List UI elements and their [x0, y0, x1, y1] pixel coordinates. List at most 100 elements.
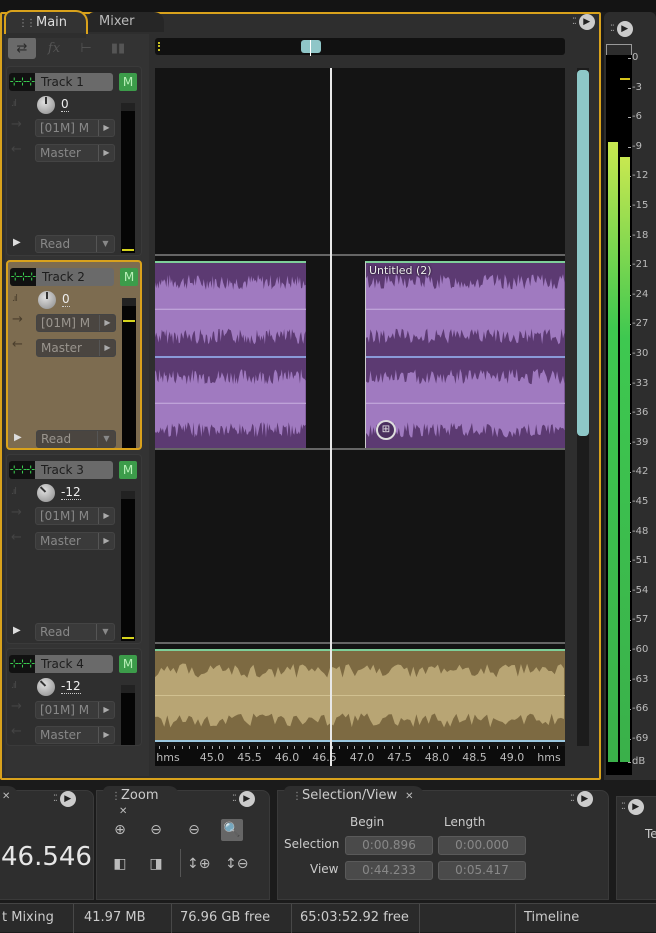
view-length-field[interactable]: 0:05.417	[438, 861, 526, 880]
zoom-in-right-edge-icon[interactable]: ◨	[145, 853, 167, 875]
expand-icon[interactable]: ▶	[13, 625, 21, 636]
panel-menu-icon[interactable]: ▶	[238, 791, 255, 807]
track-header[interactable]: ⊹⊹⊹ Track 2 M .ıl 0 → [01M] M ▶ ← Master ▶ ▶ Read ▼	[6, 260, 142, 450]
input-select[interactable]: [01M] M ▶	[35, 701, 115, 719]
volume-value[interactable]: 0	[62, 292, 70, 307]
track-header[interactable]: ⊹⊹⊹ Track 3 M .ıl -12 → [01M] M ▶ ← Master ▶ ▶ Read ▼	[6, 454, 142, 644]
overview-thumb[interactable]	[301, 40, 321, 56]
input-select[interactable]: [01M] M ▶	[35, 119, 115, 137]
output-select[interactable]: Master ▶	[35, 726, 115, 744]
ruler-tick	[474, 746, 475, 749]
selection-view-panel-menu[interactable]: ⁚⁚ ▶	[570, 791, 593, 807]
audio-clip-track2-left[interactable]	[155, 261, 306, 448]
volume-knob[interactable]	[38, 291, 56, 309]
zoom-panel-menu[interactable]: ⁚⁚ ▶	[232, 791, 255, 807]
main-panel-menu[interactable]: ⁚⁚ ▶	[572, 14, 595, 30]
sends-icon[interactable]: ⊢	[72, 37, 100, 59]
group-clip-icon[interactable]: ⊞	[376, 420, 396, 440]
time-panel-menu[interactable]: ⁚⁚ ▶	[53, 791, 76, 807]
tab-main[interactable]: ⋮⋮ Main	[4, 10, 88, 38]
ruler-tick	[414, 746, 415, 749]
eq-icon[interactable]: ▮▮	[104, 37, 132, 59]
ruler-tick	[549, 746, 550, 749]
vertical-scroll-thumb[interactable]	[577, 70, 589, 436]
panel-menu-icon[interactable]: ▶	[578, 14, 595, 30]
meter-scale-label: -39	[627, 436, 649, 448]
automation-mode-select[interactable]: Read ▼	[35, 235, 115, 253]
ruler-tick	[264, 746, 265, 749]
track-header[interactable]: ⊹⊹⊹Track 4M.ıl-12→[01M] M▶←Master▶▶Read▼	[6, 648, 142, 746]
panel-menu-icon[interactable]: ▶	[616, 21, 633, 37]
input-output-icon[interactable]: ⇄	[8, 37, 36, 59]
close-icon[interactable]: ✕	[2, 791, 10, 802]
zoom-panel-tab[interactable]: ⋮ Zoom ✕	[103, 786, 179, 817]
chevron-right-icon: ▶	[98, 702, 114, 718]
track-name-field[interactable]: Track 3	[35, 461, 113, 479]
zoom-out-vertical-icon[interactable]: ↕⊖	[225, 853, 248, 875]
input-select[interactable]: [01M] M ▶	[35, 507, 115, 525]
volume-icon: .ıl	[11, 487, 17, 497]
chevron-right-icon: ▶	[98, 120, 114, 136]
track-name-field[interactable]: Track 4	[35, 655, 113, 673]
audio-clip-track4[interactable]	[155, 649, 565, 742]
volume-knob[interactable]	[37, 484, 55, 502]
automation-mode-select[interactable]: Read ▼	[35, 623, 115, 641]
mute-button[interactable]: M	[119, 655, 137, 673]
volume-value[interactable]: -12	[61, 679, 81, 694]
expand-icon[interactable]: ▶	[13, 237, 21, 248]
view-begin-field[interactable]: 0:44.233	[345, 861, 433, 880]
status-mode: t Mixing	[0, 904, 74, 933]
panel-menu-icon[interactable]: ▶	[576, 791, 593, 807]
effects-icon[interactable]: fx	[40, 37, 68, 59]
close-icon[interactable]: ✕	[119, 806, 127, 817]
zoom-to-selection-icon[interactable]: 🔍	[221, 819, 243, 841]
begin-header: Begin	[350, 815, 385, 829]
output-select[interactable]: Master ▶	[36, 339, 116, 357]
mute-button[interactable]: M	[119, 461, 137, 479]
waveform-track-icon: ⊹⊹⊹	[9, 461, 35, 479]
zoom-in-amplitude-icon[interactable]: ⊕	[109, 819, 131, 841]
selection-begin-field[interactable]: 0:00.896	[345, 836, 433, 855]
ruler-tick	[219, 746, 220, 749]
zoom-out-full-icon[interactable]: ⊖	[183, 819, 205, 841]
output-select[interactable]: Master ▶	[35, 144, 115, 162]
status-empty	[420, 904, 516, 933]
panel-menu-icon[interactable]: ▶	[627, 799, 644, 815]
multitrack-timeline[interactable]: Untitled (2) ⊞	[155, 68, 565, 746]
meter-panel-menu[interactable]: ⁚⁚ ▶	[610, 21, 633, 37]
time-ruler[interactable]: hms hms 45.0 45.5 46.0 46.5 47.0 47.5 48.0 48.5…	[155, 746, 565, 766]
audio-clip-track2-right[interactable]: Untitled (2) ⊞	[365, 261, 565, 448]
mute-button[interactable]: M	[120, 268, 138, 286]
right-panel-menu[interactable]: ⁚⁚ ▶	[621, 799, 644, 815]
volume-knob[interactable]	[37, 678, 55, 696]
track-name-field[interactable]: Track 2	[36, 268, 114, 286]
panel-menu-icon[interactable]: ▶	[59, 791, 76, 807]
status-time-free: 65:03:52.92 free	[292, 904, 420, 933]
input-select[interactable]: [01M] M ▶	[36, 314, 116, 332]
tab-mixer[interactable]: Mixer	[88, 12, 164, 32]
volume-value[interactable]: -12	[61, 485, 81, 500]
output-select[interactable]: Master ▶	[35, 532, 115, 550]
playhead[interactable]	[330, 68, 332, 766]
zoom-in-left-edge-icon[interactable]: ◧	[109, 853, 131, 875]
output-value: Master	[40, 728, 81, 742]
expand-icon[interactable]: ▶	[14, 432, 22, 443]
ruler-tick	[286, 746, 288, 749]
clip-indicators[interactable]	[606, 44, 632, 55]
vertical-scrollbar[interactable]	[577, 68, 589, 746]
selection-length-field[interactable]: 0:00.000	[438, 836, 526, 855]
tab-main-label: Main	[36, 15, 68, 30]
automation-mode-select[interactable]: Read ▼	[36, 430, 116, 448]
time-panel-tab[interactable]: ✕	[0, 786, 18, 808]
selection-view-tab[interactable]: ⋮ Selection/View ✕	[284, 786, 424, 808]
overview-scrollbar[interactable]	[155, 38, 565, 56]
track-name-field[interactable]: Track 1	[35, 73, 113, 91]
close-icon[interactable]: ✕	[405, 791, 413, 802]
volume-value[interactable]: 0	[61, 97, 69, 112]
output-arrow-icon: ←	[12, 337, 23, 352]
volume-knob[interactable]	[37, 96, 55, 114]
mute-button[interactable]: M	[119, 73, 137, 91]
zoom-in-vertical-icon[interactable]: ↕⊕	[187, 853, 210, 875]
zoom-out-amplitude-icon[interactable]: ⊖	[145, 819, 167, 841]
track-header[interactable]: ⊹⊹⊹ Track 1 M .ıl 0 → [01M] M ▶ ← Master ▶ ▶ Read ▼	[6, 66, 142, 256]
